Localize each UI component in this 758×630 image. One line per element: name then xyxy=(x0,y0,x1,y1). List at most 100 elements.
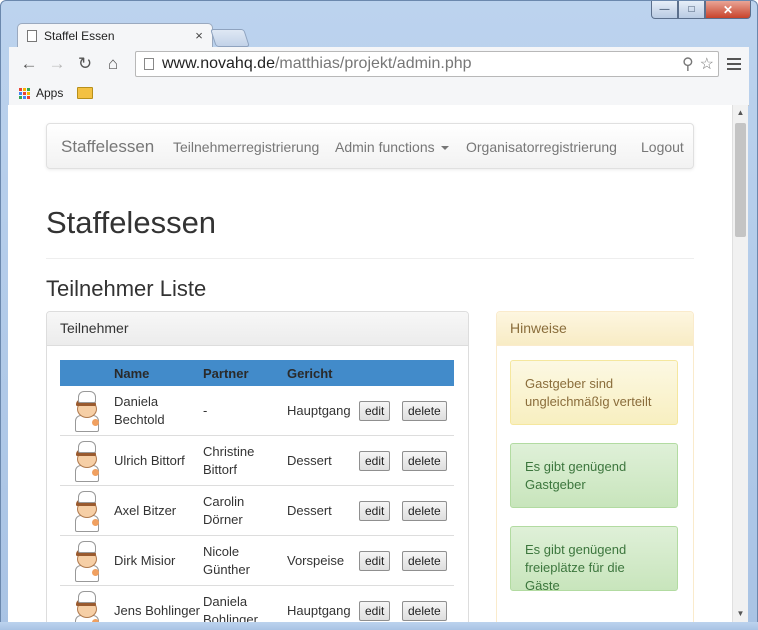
divider xyxy=(46,258,694,259)
menu-icon[interactable] xyxy=(727,55,741,73)
edit-cell: edit xyxy=(359,435,402,486)
tab-title: Staffel Essen xyxy=(44,28,115,43)
avatar-cell xyxy=(60,535,114,586)
caret-down-icon xyxy=(440,146,449,151)
participant-dish: Hauptgang xyxy=(287,585,359,622)
vertical-scrollbar[interactable]: ▲ ▼ xyxy=(732,105,748,622)
edit-cell: edit xyxy=(359,585,402,622)
alert-enough-seats: Es gibt genügend freieplätze für die Gäs… xyxy=(510,526,678,593)
navbar-brand[interactable]: Staffelessen xyxy=(61,137,154,157)
scroll-down-icon[interactable]: ▼ xyxy=(733,606,748,622)
url-path: /matthias/projekt/admin.php xyxy=(274,55,472,72)
header-edit xyxy=(359,360,402,386)
new-tab-button[interactable] xyxy=(210,29,250,47)
chef-avatar-icon xyxy=(70,490,102,532)
table-header-row: Name Partner Gericht xyxy=(60,360,454,386)
edit-cell: edit xyxy=(359,535,402,586)
star-icon[interactable]: ☆ xyxy=(700,54,714,74)
nav-participant-registration[interactable]: Teilnehmerregistrierung xyxy=(173,139,319,155)
participant-partner: Christine Bittorf xyxy=(203,435,287,486)
page-title: Staffelessen xyxy=(46,205,217,240)
participants-panel-heading: Teilnehmer xyxy=(47,312,468,346)
delete-button[interactable]: delete xyxy=(402,450,447,471)
tab-strip: Staffel Essen × xyxy=(9,21,749,47)
participant-name: Dirk Misior xyxy=(114,535,203,586)
scroll-up-icon[interactable]: ▲ xyxy=(733,105,748,121)
participant-name: Jens Bohlinger xyxy=(114,585,203,622)
delete-cell: delete xyxy=(402,386,454,436)
participant-name: Axel Bitzer xyxy=(114,485,203,536)
apps-icon[interactable] xyxy=(19,87,30,99)
tab-close-icon[interactable]: × xyxy=(191,28,207,43)
close-icon[interactable]: ✕ xyxy=(705,1,751,19)
bookmarks-bar: Apps xyxy=(9,81,749,106)
folder-icon[interactable] xyxy=(77,87,94,99)
forward-icon[interactable]: → xyxy=(43,54,71,74)
url-host: www.novahq.de xyxy=(162,55,275,72)
search-icon[interactable]: ⚲ xyxy=(682,54,694,74)
header-avatar xyxy=(60,360,114,386)
participant-partner: - xyxy=(203,386,287,436)
avatar-cell xyxy=(60,485,114,536)
delete-button[interactable]: delete xyxy=(402,550,447,571)
reload-icon[interactable]: ↻ xyxy=(71,54,99,74)
hints-panel: Hinweise Gastgeber sind ungleichmäßig ve… xyxy=(496,311,694,622)
chef-avatar-icon xyxy=(70,590,102,622)
edit-button[interactable]: edit xyxy=(359,550,391,571)
page-icon xyxy=(144,58,154,70)
edit-button[interactable]: edit xyxy=(359,450,391,471)
minimize-icon[interactable]: — xyxy=(651,1,678,19)
participant-partner: Carolin Dörner xyxy=(203,485,287,536)
browser-tab[interactable]: Staffel Essen × xyxy=(17,23,213,47)
table-row: Axel Bitzer Carolin Dörner Dessert edit dele… xyxy=(60,485,454,536)
page-icon xyxy=(27,29,37,42)
participant-dish: Hauptgang xyxy=(287,386,359,436)
delete-button[interactable]: delete xyxy=(402,400,447,421)
chef-avatar-icon xyxy=(70,440,102,482)
participants-table: Name Partner Gericht Daniela Bechtold - Ha… xyxy=(60,360,454,622)
delete-button[interactable]: delete xyxy=(402,500,447,521)
participant-dish: Vorspeise xyxy=(287,535,359,586)
maximize-icon[interactable]: □ xyxy=(678,1,705,19)
participant-partner: Daniela Bohlinger xyxy=(203,585,287,622)
header-name: Name xyxy=(114,360,203,386)
table-row: Ulrich Bittorf Christine Bittorf Dessert ed… xyxy=(60,435,454,486)
hints-panel-heading: Hinweise xyxy=(497,312,693,346)
header-partner: Partner xyxy=(203,360,287,386)
table-row: Jens Bohlinger Daniela Bohlinger Hauptgang… xyxy=(60,585,454,622)
section-title: Teilnehmer Liste xyxy=(46,276,207,301)
nav-organizer-registration[interactable]: Organisatorregistrierung xyxy=(466,139,617,155)
edit-button[interactable]: edit xyxy=(359,500,391,521)
delete-cell: delete xyxy=(402,435,454,486)
edit-button[interactable]: edit xyxy=(359,600,391,621)
participants-panel: Teilnehmer Name Partner Gericht Daniela … xyxy=(46,311,469,622)
participant-partner: Nicole Günther xyxy=(203,535,287,586)
delete-button[interactable]: delete xyxy=(402,600,447,621)
page-viewport: Staffelessen Teilnehmerregistrierung Adm… xyxy=(8,105,732,622)
table-row: Dirk Misior Nicole Günther Vorspeise edit de… xyxy=(60,535,454,586)
address-bar[interactable]: www.novahq.de/matthias/projekt/admin.php… xyxy=(135,51,719,77)
participant-name: Daniela Bechtold xyxy=(114,386,203,436)
avatar-cell xyxy=(60,585,114,622)
browser-toolbar: ← → ↻ ⌂ www.novahq.de/matthias/projekt/a… xyxy=(9,47,749,81)
window-controls: — □ ✕ xyxy=(651,1,751,22)
edit-button[interactable]: edit xyxy=(359,400,391,421)
nav-admin-functions[interactable]: Admin functions xyxy=(335,139,449,155)
edit-cell: edit xyxy=(359,386,402,436)
alert-enough-hosts: Es gibt genügend Gastgeber xyxy=(510,443,678,508)
nav-logout[interactable]: Logout xyxy=(641,139,684,155)
alert-hosts-uneven: Gastgeber sind ungleichmäßig verteilt xyxy=(510,360,678,425)
nav-admin-functions-label: Admin functions xyxy=(335,139,435,155)
delete-cell: delete xyxy=(402,485,454,536)
participant-dish: Dessert xyxy=(287,485,359,536)
delete-cell: delete xyxy=(402,585,454,622)
scroll-thumb[interactable] xyxy=(735,123,746,237)
participant-name: Ulrich Bittorf xyxy=(114,435,203,486)
top-navbar: Staffelessen Teilnehmerregistrierung Adm… xyxy=(46,123,694,169)
apps-bookmark[interactable]: Apps xyxy=(36,86,63,100)
edit-cell: edit xyxy=(359,485,402,536)
home-icon[interactable]: ⌂ xyxy=(99,54,127,74)
back-icon[interactable]: ← xyxy=(15,54,43,74)
header-delete xyxy=(402,360,454,386)
participant-dish: Dessert xyxy=(287,435,359,486)
